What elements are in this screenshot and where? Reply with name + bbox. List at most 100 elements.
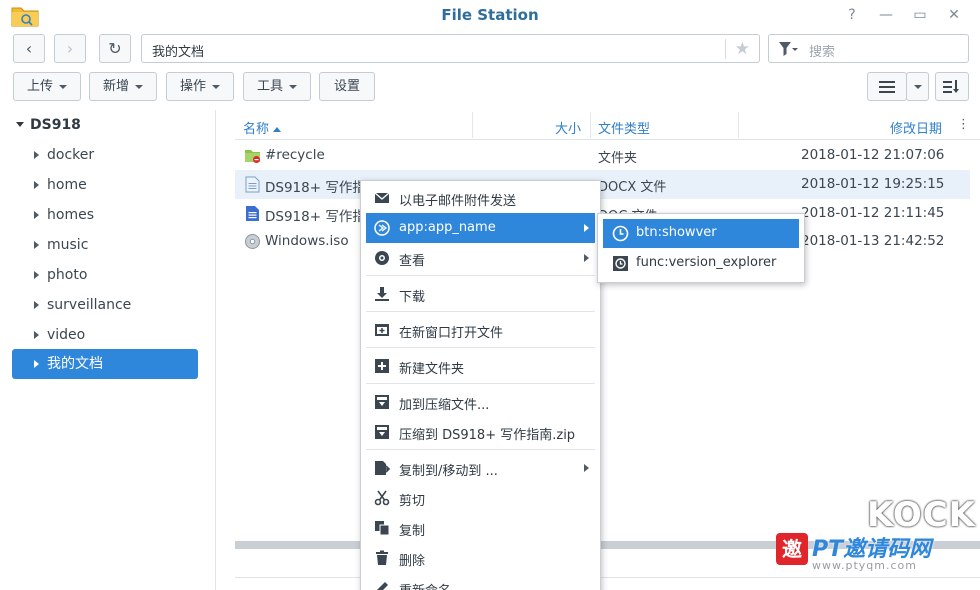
compress-icon	[375, 425, 389, 439]
chevron-right-icon	[34, 271, 39, 279]
menu-item-add-archive[interactable]: 加到压缩文件...	[366, 387, 595, 417]
clock-icon	[612, 225, 629, 242]
menu-item-rename[interactable]: 重新命名	[366, 573, 595, 590]
app-icon	[374, 220, 390, 236]
menu-item-label: 新建文件夹	[399, 362, 465, 377]
envelope-icon	[374, 192, 390, 203]
column-divider[interactable]	[738, 112, 739, 138]
action-button[interactable]: 操作	[166, 72, 234, 101]
filter-icon[interactable]	[778, 41, 798, 57]
table-row[interactable]: #recycle 文件夹 2018-01-12 21:07:06	[235, 141, 970, 170]
search-placeholder: 搜索	[809, 45, 836, 60]
sort-button[interactable]	[935, 72, 969, 101]
chevron-right-icon	[584, 254, 589, 262]
create-button[interactable]: 新增	[89, 72, 157, 101]
new-window-icon	[375, 324, 389, 336]
menu-item-new-folder[interactable]: 新建文件夹	[366, 351, 595, 381]
menu-divider	[366, 383, 595, 384]
file-modified: 2018-01-12 21:11:45	[801, 205, 945, 221]
sidebar-item-label: video	[47, 327, 86, 343]
menu-divider	[366, 275, 595, 276]
refresh-button[interactable]: ↻	[99, 34, 131, 63]
sort-icon	[943, 79, 959, 93]
sidebar-item-surveillance[interactable]: surveillance	[12, 290, 198, 320]
trash-icon	[376, 550, 388, 565]
settings-label: 设置	[333, 79, 360, 94]
upload-button[interactable]: 上传	[13, 72, 81, 101]
tree-root[interactable]: DS918	[0, 110, 216, 140]
tools-button[interactable]: 工具	[243, 72, 311, 101]
column-name-label: 名称	[243, 122, 270, 137]
help-button[interactable]: ?	[843, 6, 861, 24]
menu-item-label: 加到压缩文件...	[399, 398, 490, 413]
minimize-button[interactable]: —	[877, 6, 895, 24]
sidebar-item-music[interactable]: music	[12, 230, 198, 260]
menu-item-download[interactable]: 下载	[366, 279, 595, 309]
close-button[interactable]: ✕	[945, 6, 963, 24]
forward-button[interactable]: ›	[54, 34, 86, 63]
view-mode-button[interactable]	[867, 72, 907, 101]
submenu-item-showver[interactable]: btn:showver	[603, 219, 799, 248]
chevron-right-icon	[584, 224, 589, 232]
menu-item-send-email[interactable]: 以电子邮件附件发送	[366, 183, 595, 213]
settings-button[interactable]: 设置	[319, 72, 375, 101]
watermark: KOCK 邀 PT邀请码网 www.ptyqm.com	[772, 495, 980, 590]
menu-item-label: 复制到/移动到 ...	[399, 464, 498, 479]
menu-item-view[interactable]: 查看	[366, 243, 595, 273]
word-document-icon	[246, 206, 259, 221]
sidebar-item-label: 我的文档	[47, 356, 103, 372]
column-header-name[interactable]: 名称	[243, 118, 282, 137]
submenu-item-version-explorer[interactable]: func:version_explorer	[603, 249, 799, 278]
column-options-icon[interactable]: ⋮	[957, 117, 970, 132]
sidebar-item-home[interactable]: home	[12, 170, 198, 200]
download-icon	[375, 287, 389, 301]
menu-item-label: 以电子邮件附件发送	[399, 194, 517, 209]
column-divider[interactable]	[472, 112, 473, 138]
view-mode-dropdown[interactable]	[906, 72, 929, 101]
file-modified: 2018-01-13 21:42:52	[801, 233, 945, 249]
action-label: 操作	[179, 79, 206, 94]
menu-divider	[366, 449, 595, 450]
chevron-down-icon	[212, 84, 220, 89]
file-type: DOCX 文件	[598, 180, 667, 195]
chevron-right-icon	[34, 331, 39, 339]
column-divider[interactable]	[590, 112, 591, 138]
chevron-down-icon	[59, 84, 67, 89]
sidebar-item-label: home	[47, 177, 87, 193]
menu-item-compress-zip[interactable]: 压缩到 DS918+ 写作指南.zip	[366, 417, 595, 447]
tree-root-label: DS918	[30, 117, 81, 133]
menu-item-cut[interactable]: 剪切	[366, 483, 595, 513]
chevron-down-icon	[16, 122, 24, 127]
menu-item-copy-move[interactable]: 复制到/移动到 ...	[366, 453, 595, 483]
submenu: btn:showver func:version_explorer	[597, 213, 805, 283]
menu-item-label: 删除	[399, 554, 426, 569]
sidebar-item-docker[interactable]: docker	[12, 140, 198, 170]
sidebar-item-photo[interactable]: photo	[12, 260, 198, 290]
menu-item-copy[interactable]: 复制	[366, 513, 595, 543]
menu-item-label: 复制	[399, 524, 426, 539]
sidebar-item-my-documents[interactable]: 我的文档	[12, 349, 198, 379]
title-bar: File Station ? — ▭ ✕	[0, 0, 980, 30]
menu-item-app-name[interactable]: app:app_name	[366, 213, 595, 243]
eye-icon	[375, 251, 389, 265]
column-header-size[interactable]: 大小	[555, 118, 581, 137]
favorite-star-icon[interactable]: ★	[735, 39, 750, 59]
menu-item-delete[interactable]: 删除	[366, 543, 595, 573]
sidebar-item-homes[interactable]: homes	[12, 200, 198, 230]
column-header-modified[interactable]: 修改日期	[890, 118, 942, 137]
watermark-seal: 邀	[776, 533, 808, 565]
sidebar-item-video[interactable]: video	[12, 320, 198, 350]
back-button[interactable]: ‹	[13, 34, 45, 63]
disc-image-icon	[245, 234, 260, 249]
table-row[interactable]: DS918+ 写作指 DOCX 文件 2018-01-12 19:25:15	[235, 170, 970, 199]
menu-divider	[366, 311, 595, 312]
recycle-folder-icon	[245, 150, 260, 163]
watermark-brand: KOCK	[867, 495, 977, 535]
search-input[interactable]: 搜索	[768, 34, 969, 63]
maximize-button[interactable]: ▭	[911, 6, 929, 24]
column-header-type[interactable]: 文件类型	[598, 118, 650, 137]
menu-item-open-new-window[interactable]: 在新窗口打开文件	[366, 315, 595, 345]
file-name: #recycle	[265, 147, 325, 163]
context-menu: 以电子邮件附件发送 app:app_name 查看 下载 在新窗口打开文件 新建…	[360, 180, 601, 590]
path-bar[interactable]: 我的文档 ★	[141, 34, 760, 63]
